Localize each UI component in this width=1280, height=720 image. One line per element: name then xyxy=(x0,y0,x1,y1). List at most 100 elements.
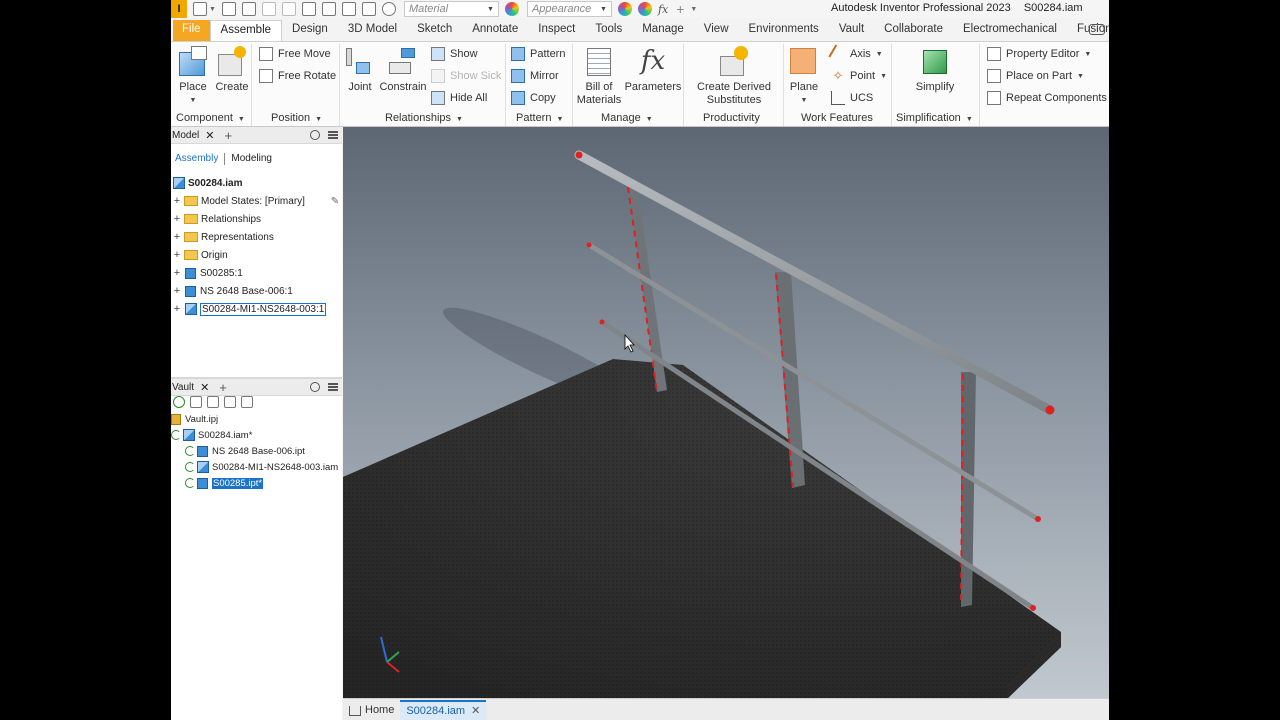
tree-item-relationships[interactable]: + Relationships xyxy=(171,210,261,228)
bill-of-materials-button[interactable]: Bill of Materials xyxy=(575,46,623,107)
plane-button[interactable]: Plane ▼ xyxy=(787,46,821,107)
tree-item-ns2648-base[interactable]: + NS 2648 Base-006:1 xyxy=(171,282,293,300)
customize-chevron-icon[interactable]: ▼ xyxy=(690,6,697,13)
search-icon[interactable] xyxy=(310,130,320,140)
no-symbol-icon[interactable] xyxy=(381,2,396,16)
vault-item-part-selected[interactable]: S00285.ipt* xyxy=(185,475,264,491)
update-icon[interactable] xyxy=(321,2,336,16)
place-button[interactable]: Place ▼ xyxy=(177,46,209,107)
expand-icon[interactable]: + xyxy=(171,249,183,261)
simplify-button[interactable]: Simplify xyxy=(913,46,957,94)
tree-item-origin[interactable]: + Origin xyxy=(171,246,228,264)
point-button[interactable]: ✧ Point ▼ xyxy=(831,69,887,83)
copy-button[interactable]: Copy xyxy=(511,91,556,105)
search-icon[interactable] xyxy=(310,382,320,392)
vault-item-base[interactable]: NS 2648 Base-006.ipt xyxy=(185,443,305,459)
parameters-button[interactable]: fx Parameters xyxy=(625,46,682,94)
expand-icon[interactable]: + xyxy=(171,267,183,279)
position-panel-label[interactable]: Position ▼ xyxy=(271,112,322,124)
create-derived-substitutes-button[interactable]: Create Derived Substitutes xyxy=(689,46,779,107)
tree-item-representations[interactable]: + Representations xyxy=(171,228,274,246)
close-icon[interactable]: ✕ xyxy=(205,129,214,142)
mirror-button[interactable]: Mirror xyxy=(511,69,559,83)
tab-assemble[interactable]: Assemble xyxy=(209,20,283,41)
filter-icon[interactable] xyxy=(207,396,219,408)
tab-3d-model[interactable]: 3D Model xyxy=(338,20,407,41)
home-tab[interactable]: Home xyxy=(343,700,400,720)
open-file-icon[interactable] xyxy=(221,2,236,16)
active-document-tab[interactable]: S00284.iam ✕ xyxy=(400,699,487,720)
clipboard-icon[interactable] xyxy=(241,396,253,408)
pattern-panel-label[interactable]: Pattern ▼ xyxy=(516,112,563,124)
place-on-part-button[interactable]: Place on Part ▼ xyxy=(987,69,1084,83)
simplification-panel-label[interactable]: Simplification ▼ xyxy=(896,112,973,124)
ucs-button[interactable]: UCS xyxy=(831,91,873,105)
tab-inspect[interactable]: Inspect xyxy=(528,20,585,41)
select-icon[interactable] xyxy=(341,2,356,16)
model-browser-title[interactable]: Model xyxy=(172,130,199,141)
mode-modeling[interactable]: Modeling xyxy=(227,153,276,165)
list-icon[interactable] xyxy=(190,396,202,408)
plus-icon[interactable]: + xyxy=(676,1,684,17)
create-button[interactable]: Create xyxy=(215,46,249,94)
measure-icon[interactable] xyxy=(361,2,376,16)
mode-assembly[interactable]: Assembly xyxy=(171,153,222,165)
home-icon[interactable] xyxy=(301,2,316,16)
ribbon-display-toggle-icon[interactable] xyxy=(1089,24,1105,35)
inventor-logo-icon[interactable]: I xyxy=(171,0,187,18)
relationships-panel-label[interactable]: Relationships ▼ xyxy=(385,112,463,124)
chevron-down-icon[interactable]: ▼ xyxy=(209,6,216,13)
appearance-select[interactable]: Appearance ▼ xyxy=(526,1,612,17)
adjust-appearance-icon[interactable] xyxy=(637,2,652,16)
redo-icon[interactable] xyxy=(281,2,296,16)
save-icon[interactable] xyxy=(241,2,256,16)
menu-icon[interactable] xyxy=(328,131,338,139)
property-editor-button[interactable]: Property Editor ▼ xyxy=(987,47,1091,61)
component-panel-label[interactable]: Component ▼ xyxy=(176,112,245,124)
tree-item-model-states[interactable]: + Model States: [Primary] ✎ xyxy=(171,192,340,210)
add-browser-icon[interactable]: + xyxy=(219,380,227,395)
vault-browser-title[interactable]: Vault xyxy=(172,382,194,393)
close-icon[interactable]: ✕ xyxy=(200,381,209,394)
constrain-button[interactable]: Constrain xyxy=(379,46,427,94)
tab-vault[interactable]: Vault xyxy=(829,20,874,41)
joint-button[interactable]: Joint xyxy=(345,46,375,94)
tab-manage[interactable]: Manage xyxy=(632,20,694,41)
free-move-button[interactable]: Free Move xyxy=(259,47,331,61)
chevron-down-icon[interactable]: ▼ xyxy=(876,51,883,58)
tree-item-s00285[interactable]: + S00285:1 xyxy=(171,264,243,282)
graphics-viewport[interactable] xyxy=(343,127,1109,698)
refresh-icon[interactable] xyxy=(173,396,185,408)
tree-item-s00284-mi1[interactable]: + S00284-MI1-NS2648-003:1 xyxy=(171,300,327,318)
close-icon[interactable]: ✕ xyxy=(471,704,480,717)
chevron-down-icon[interactable]: ▼ xyxy=(880,73,887,80)
expand-icon[interactable]: + xyxy=(171,285,183,297)
pencil-icon[interactable]: ✎ xyxy=(331,196,339,207)
tab-tools[interactable]: Tools xyxy=(585,20,632,41)
pattern-button[interactable]: Pattern xyxy=(511,47,565,61)
tab-environments[interactable]: Environments xyxy=(739,20,829,41)
show-button[interactable]: Show xyxy=(431,47,478,61)
tab-sketch[interactable]: Sketch xyxy=(407,20,462,41)
fx-icon[interactable]: fx xyxy=(658,3,668,16)
hide-all-button[interactable]: Hide All xyxy=(431,91,487,105)
undo-icon[interactable] xyxy=(261,2,276,16)
tab-collaborate[interactable]: Collaborate xyxy=(874,20,953,41)
model-canvas[interactable] xyxy=(343,127,1109,698)
expand-icon[interactable]: + xyxy=(171,195,183,207)
tab-design[interactable]: Design xyxy=(282,20,338,41)
chevron-down-icon[interactable]: ▼ xyxy=(1077,73,1084,80)
vault-item-assembly[interactable]: S00284.iam* xyxy=(171,427,252,443)
tab-electromechanical[interactable]: Electromechanical xyxy=(953,20,1067,41)
expand-icon[interactable]: + xyxy=(171,303,183,315)
search-vault-icon[interactable] xyxy=(224,396,236,408)
show-sick-button[interactable]: Show Sick xyxy=(431,69,501,83)
axis-button[interactable]: Axis ▼ xyxy=(828,44,883,64)
free-rotate-button[interactable]: Free Rotate xyxy=(259,69,336,83)
add-browser-icon[interactable]: + xyxy=(224,128,232,143)
expand-icon[interactable]: + xyxy=(171,231,183,243)
menu-icon[interactable] xyxy=(328,383,338,391)
tab-file[interactable]: File xyxy=(173,20,210,41)
tree-root[interactable]: S00284.iam xyxy=(171,174,243,192)
vault-item-project[interactable]: Vault.ipj xyxy=(171,411,218,427)
